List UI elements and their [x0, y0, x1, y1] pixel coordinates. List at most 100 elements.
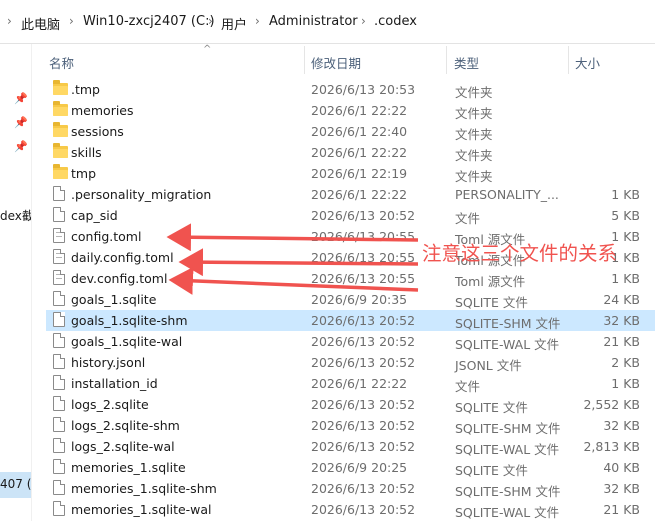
file-row[interactable]: installation_id 2026/6/1 22:22 文件 1 KB [46, 373, 655, 394]
nav-item-drive-fragment[interactable]: 407 (C [0, 477, 31, 491]
file-modified-date: 2026/6/13 20:52 [311, 481, 416, 496]
file-modified-date: 2026/6/13 20:53 [311, 82, 416, 97]
pin-icon: 📌 [14, 116, 28, 129]
file-type: 文件夹 [455, 106, 493, 121]
file-row[interactable]: dev.config.toml 2026/6/13 20:55 Toml 源文件 1 … [46, 268, 655, 289]
file-row[interactable]: logs_2.sqlite-wal 2026/6/13 20:52 SQLITE-W… [46, 436, 655, 457]
file-type: SQLITE-WAL 文件 [455, 337, 560, 352]
breadcrumb-codex[interactable]: .codex [374, 14, 417, 29]
file-row[interactable]: .tmp 2026/6/13 20:53 文件夹 [46, 79, 655, 100]
file-name: memories_1.sqlite-wal [71, 502, 212, 517]
file-icon [53, 333, 65, 348]
file-row[interactable]: memories_1.sqlite-shm 2026/6/13 20:52 SQLI… [46, 478, 655, 499]
column-type[interactable]: 类型 [454, 53, 479, 72]
breadcrumb-users[interactable]: 用户 [221, 14, 247, 33]
file-name: memories_1.sqlite [71, 460, 186, 475]
folder-icon [53, 80, 68, 95]
file-name: memories [71, 103, 134, 118]
file-row[interactable]: cap_sid 2026/6/13 20:52 文件 5 KB [46, 205, 655, 226]
file-modified-date: 2026/6/1 22:22 [311, 103, 408, 118]
file-size: 32 KB [603, 418, 640, 433]
file-icon [53, 396, 65, 411]
file-modified-date: 2026/6/9 20:25 [311, 460, 408, 475]
file-size: 1 KB [611, 187, 640, 202]
chevron-right-icon: › [361, 14, 366, 28]
navigation-pane[interactable]: 📌 📌 📌 dex截 407 (C [0, 44, 32, 521]
file-modified-date: 2026/6/1 22:40 [311, 124, 408, 139]
file-type: SQLITE-SHM 文件 [455, 316, 561, 331]
column-name[interactable]: 名称 [49, 53, 74, 72]
file-size: 2,813 KB [583, 439, 640, 454]
folder-icon [53, 143, 68, 158]
file-icon [53, 375, 65, 390]
file-name: logs_2.sqlite [71, 397, 149, 412]
file-name: installation_id [71, 376, 158, 391]
file-name: daily.config.toml [71, 250, 174, 265]
file-row[interactable]: logs_2.sqlite 2026/6/13 20:52 SQLITE 文件 2,5… [46, 394, 655, 415]
nav-item-fragment[interactable]: dex截 [0, 207, 31, 224]
file-name: logs_2.sqlite-shm [71, 418, 180, 433]
file-icon [53, 354, 65, 369]
file-row[interactable]: skills 2026/6/1 22:22 文件夹 [46, 142, 655, 163]
file-modified-date: 2026/6/13 20:52 [311, 313, 416, 328]
file-name: goals_1.sqlite-shm [71, 313, 188, 328]
file-name: .tmp [71, 82, 100, 97]
file-row[interactable]: goals_1.sqlite-wal 2026/6/13 20:52 SQLITE-… [46, 331, 655, 352]
folder-icon [53, 122, 68, 137]
column-divider[interactable] [446, 46, 447, 74]
breadcrumb-drive[interactable]: Win10-zxcj2407 (C:) [83, 14, 215, 29]
file-row[interactable]: .personality_migration 2026/6/1 22:22 PERS… [46, 184, 655, 205]
file-modified-date: 2026/6/13 20:55 [311, 250, 416, 265]
file-icon [53, 207, 65, 222]
file-type: SQLITE-WAL 文件 [455, 442, 560, 457]
file-type: 文件 [455, 379, 481, 394]
chevron-right-icon: › [69, 14, 74, 28]
file-row[interactable]: tmp 2026/6/1 22:19 文件夹 [46, 163, 655, 184]
chevron-right-icon: › [7, 14, 12, 28]
file-name: skills [71, 145, 102, 160]
file-type: SQLITE 文件 [455, 463, 528, 478]
file-modified-date: 2026/6/13 20:55 [311, 229, 416, 244]
text-file-icon [53, 270, 65, 285]
file-modified-date: 2026/6/13 20:52 [311, 208, 416, 223]
file-name: memories_1.sqlite-shm [71, 481, 217, 496]
column-header: ^ 名称 修改日期 类型 大小 [32, 44, 655, 76]
file-icon [53, 480, 65, 495]
breadcrumb-this-pc[interactable]: 此电脑 [21, 14, 60, 33]
file-size: 1 KB [611, 376, 640, 391]
breadcrumb-administrator[interactable]: Administrator [269, 14, 358, 29]
file-row[interactable]: memories 2026/6/1 22:22 文件夹 [46, 100, 655, 121]
file-icon [53, 186, 65, 201]
file-row[interactable]: goals_1.sqlite-shm 2026/6/13 20:52 SQLITE-… [46, 310, 655, 331]
file-row[interactable]: memories_1.sqlite 2026/6/9 20:25 SQLITE 文件… [46, 457, 655, 478]
address-bar[interactable]: › 此电脑 › Win10-zxcj2407 (C:) › 用户 › Admin… [0, 0, 655, 44]
file-icon [53, 312, 65, 327]
file-name: config.toml [71, 229, 142, 244]
chevron-right-icon: › [255, 14, 260, 28]
file-row[interactable]: memories_1.sqlite-wal 2026/6/13 20:52 SQLI… [46, 499, 655, 520]
file-type: SQLITE 文件 [455, 295, 528, 310]
column-date[interactable]: 修改日期 [311, 53, 361, 72]
file-modified-date: 2026/6/13 20:52 [311, 355, 416, 370]
file-type: SQLITE-SHM 文件 [455, 421, 561, 436]
column-size[interactable]: 大小 [575, 53, 600, 72]
file-size: 24 KB [603, 292, 640, 307]
file-row[interactable]: logs_2.sqlite-shm 2026/6/13 20:52 SQLITE-S… [46, 415, 655, 436]
file-row[interactable]: history.jsonl 2026/6/13 20:52 JSONL 文件 2 KB [46, 352, 655, 373]
file-row[interactable]: sessions 2026/6/1 22:40 文件夹 [46, 121, 655, 142]
file-type: SQLITE-WAL 文件 [455, 505, 560, 520]
column-divider[interactable] [304, 46, 305, 74]
file-type: Toml 源文件 [455, 274, 526, 289]
file-icon [53, 438, 65, 453]
file-size: 2 KB [611, 355, 640, 370]
file-icon [53, 417, 65, 432]
file-size: 2,552 KB [583, 397, 640, 412]
file-name: .personality_migration [71, 187, 212, 202]
folder-icon [53, 101, 68, 116]
file-name: tmp [71, 166, 97, 181]
column-divider[interactable] [568, 46, 569, 74]
file-modified-date: 2026/6/13 20:52 [311, 502, 416, 517]
file-row[interactable]: goals_1.sqlite 2026/6/9 20:35 SQLITE 文件 24 … [46, 289, 655, 310]
pin-icon: 📌 [14, 140, 28, 153]
sort-ascending-icon: ^ [203, 44, 212, 55]
